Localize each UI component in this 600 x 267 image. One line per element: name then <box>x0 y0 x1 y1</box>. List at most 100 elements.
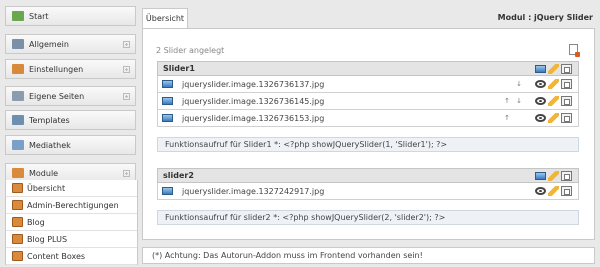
slider-count: 2 Slider angelegt <box>156 46 225 55</box>
template-icon <box>12 115 24 125</box>
media-icon <box>12 140 24 150</box>
sub-item-content-boxes[interactable]: Content Boxes <box>6 248 137 265</box>
image-row: jqueryslider.image.1326736145.jpg ↑ ↓ <box>157 93 579 110</box>
settings-icon <box>12 64 24 74</box>
pages-icon <box>12 91 24 101</box>
eye-icon[interactable] <box>535 80 546 88</box>
image-row: jqueryslider.image.1326736137.jpg ↓ <box>157 76 579 93</box>
module-icon <box>12 168 24 178</box>
sidebar-item-einstellungen[interactable]: Einstellungen <box>5 59 136 79</box>
sub-item-label: Übersicht <box>27 183 66 193</box>
content-area: 2 Slider angelegt Slider1 jqueryslider.i… <box>142 28 595 240</box>
eye-icon[interactable] <box>535 114 546 122</box>
sidebar-item-start[interactable]: Start <box>5 6 136 26</box>
module-sub-list: Übersicht Admin-Berechtigungen Blog Blog… <box>5 180 138 265</box>
module-title: Modul : jQuery Slider <box>497 13 593 22</box>
edit-icon[interactable] <box>548 63 559 74</box>
expand-icon[interactable] <box>123 169 130 177</box>
image-row: jqueryslider.image.1326736153.jpg ↑ <box>157 110 579 127</box>
edit-icon[interactable] <box>548 170 559 181</box>
tab-bar: Übersicht Modul : jQuery Slider <box>140 4 597 28</box>
row-actions <box>533 96 572 106</box>
module-icon <box>12 183 23 193</box>
sidebar-item-label: Module <box>29 168 59 178</box>
slider-header: Slider1 <box>157 61 579 76</box>
slider-block: Slider1 jqueryslider.image.1326736137.jp… <box>157 61 579 152</box>
move-up-icon[interactable]: ↑ <box>501 97 513 105</box>
sidebar-item-eigene-seiten[interactable]: Eigene Seiten <box>5 86 136 106</box>
sidebar-item-label: Allgemein <box>29 39 69 49</box>
row-actions <box>533 113 572 123</box>
image-icon <box>162 80 173 88</box>
copy-icon[interactable] <box>561 170 572 181</box>
image-icon <box>162 97 173 105</box>
function-call-box: Funktionsaufruf für slider2 *: <?php sho… <box>157 210 579 225</box>
expand-icon[interactable] <box>123 92 130 100</box>
function-call-text: Funktionsaufruf für slider2 *: <?php sho… <box>165 213 446 222</box>
sub-item-blog[interactable]: Blog <box>6 214 137 231</box>
module-icon <box>12 234 23 244</box>
sidebar-item-allgemein[interactable]: Allgemein <box>5 34 136 54</box>
slider-block: slider2 jqueryslider.image.1327242917.jp… <box>157 168 579 225</box>
sub-item-admin-berechtigungen[interactable]: Admin-Berechtigungen <box>6 197 137 214</box>
sub-item-blog-plus[interactable]: Blog PLUS <box>6 231 137 248</box>
tab-uebersicht[interactable]: Übersicht <box>142 8 188 28</box>
sub-item-label: Blog <box>27 217 45 227</box>
new-slider-icon[interactable] <box>569 44 580 57</box>
move-down-icon[interactable]: ↓ <box>513 80 525 88</box>
sub-item-label: Blog PLUS <box>27 234 68 244</box>
module-icon <box>12 251 23 261</box>
image-icon <box>162 187 173 195</box>
slider-header: slider2 <box>157 168 579 183</box>
edit-icon[interactable] <box>548 186 559 196</box>
eye-icon[interactable] <box>535 187 546 195</box>
slider-actions <box>533 170 572 181</box>
module-icon <box>12 217 23 227</box>
copy-icon[interactable] <box>561 63 572 74</box>
image-filename: jqueryslider.image.1327242917.jpg <box>182 186 325 196</box>
footer-note: (*) Achtung: Das Autorun-Addon muss im F… <box>142 247 595 264</box>
image-row: jqueryslider.image.1327242917.jpg <box>157 183 579 200</box>
main-panel: Übersicht Modul : jQuery Slider 2 Slider… <box>140 4 597 264</box>
slider-title: Slider1 <box>163 64 195 73</box>
copy-icon[interactable] <box>561 186 572 196</box>
home-icon <box>12 11 24 21</box>
sidebar-item-label: Templates <box>29 115 70 125</box>
copy-icon[interactable] <box>561 96 572 106</box>
footer-note-text: (*) Achtung: Das Autorun-Addon muss im F… <box>152 251 423 260</box>
list-icon <box>12 39 24 49</box>
expand-icon[interactable] <box>123 65 130 73</box>
slider-actions <box>533 63 572 74</box>
function-call-box: Funktionsaufruf für Slider1 *: <?php sho… <box>157 137 579 152</box>
sidebar: Start Allgemein Einstellungen Eigene Sei… <box>0 0 138 267</box>
eye-icon[interactable] <box>535 97 546 105</box>
add-image-icon[interactable] <box>535 171 546 180</box>
image-filename: jqueryslider.image.1326736137.jpg <box>182 79 325 89</box>
sub-item-uebersicht[interactable]: Übersicht <box>6 180 137 197</box>
tab-label: Übersicht <box>145 14 185 23</box>
sub-item-label: Admin-Berechtigungen <box>27 200 119 210</box>
row-actions <box>533 186 572 196</box>
image-filename: jqueryslider.image.1326736153.jpg <box>182 113 325 123</box>
edit-icon[interactable] <box>548 113 559 123</box>
expand-icon[interactable] <box>123 40 130 48</box>
move-up-icon[interactable]: ↑ <box>501 114 513 122</box>
move-down-icon[interactable]: ↓ <box>513 97 525 105</box>
slider-title: slider2 <box>163 171 194 180</box>
edit-icon[interactable] <box>548 79 559 89</box>
sidebar-item-label: Mediathek <box>29 140 71 150</box>
sidebar-item-label: Start <box>29 11 49 21</box>
copy-icon[interactable] <box>561 113 572 123</box>
sub-item-label: Content Boxes <box>27 251 86 261</box>
add-image-icon[interactable] <box>535 64 546 73</box>
edit-icon[interactable] <box>548 96 559 106</box>
image-filename: jqueryslider.image.1326736145.jpg <box>182 96 325 106</box>
module-icon <box>12 200 23 210</box>
sidebar-item-mediathek[interactable]: Mediathek <box>5 135 136 155</box>
sidebar-item-label: Einstellungen <box>29 64 84 74</box>
row-actions <box>533 79 572 89</box>
sidebar-item-templates[interactable]: Templates <box>5 110 136 130</box>
copy-icon[interactable] <box>561 79 572 89</box>
image-icon <box>162 114 173 122</box>
sidebar-item-label: Eigene Seiten <box>29 91 85 101</box>
